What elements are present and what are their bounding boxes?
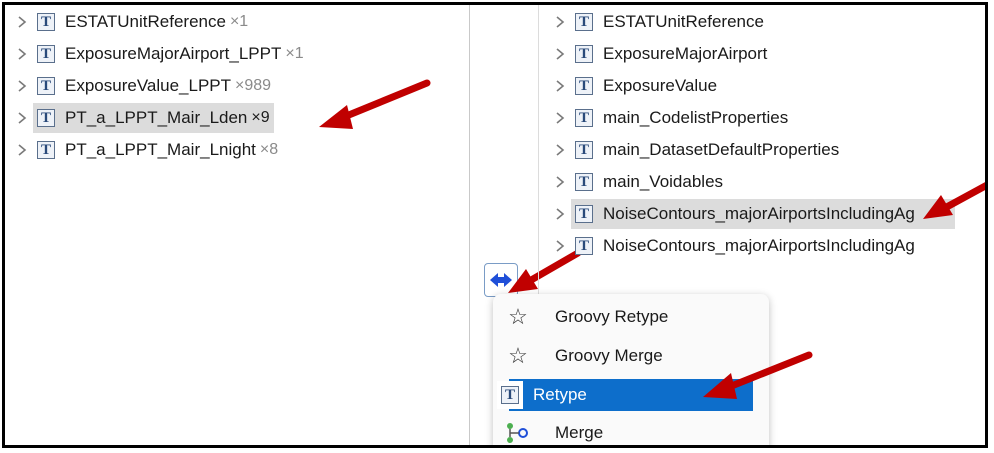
chevron-right-icon[interactable] [553, 47, 567, 61]
chevron-right-icon[interactable] [15, 47, 29, 61]
star-outline-icon: ☆ [508, 304, 528, 329]
menu-item-groovy-retype[interactable]: ☆ Groovy Retype [499, 301, 753, 333]
annotation-arrow [319, 79, 431, 129]
type-t-icon: T [575, 13, 593, 31]
tree-item-label: main_CodelistProperties [603, 108, 789, 127]
tree-item[interactable]: T main_DatasetDefaultProperties [553, 135, 839, 165]
tree-item-selected[interactable]: T NoiseContours_majorAirportsIncludingAg [571, 199, 955, 229]
tree-item-row[interactable]: T PT_a_LPPT_Mair_Lden ×9 [15, 103, 274, 133]
chevron-right-icon[interactable] [553, 111, 567, 125]
tree-item-row[interactable]: T NoiseContours_majorAirportsIncludingAg [553, 199, 955, 229]
type-t-icon: T [37, 45, 55, 63]
chevron-right-icon[interactable] [15, 143, 29, 157]
type-t-icon: T [575, 141, 593, 159]
instance-count: ×1 [229, 13, 249, 30]
tree-item-label: ExposureMajorAirport_LPPT [65, 44, 282, 63]
type-t-icon: T [497, 381, 523, 409]
tree-item-selected[interactable]: T PT_a_LPPT_Mair_Lden ×9 [33, 103, 274, 133]
tree-item-label: NoiseContours_majorAirportsIncludingAg [603, 204, 915, 223]
tree-item[interactable]: T ESTATUnitReference [553, 7, 764, 37]
type-t-icon: T [575, 77, 593, 95]
tree-item-label: PT_a_LPPT_Mair_Lnight [65, 140, 256, 159]
instance-count: ×1 [285, 45, 304, 62]
tree-item-label: ExposureMajorAirport [603, 44, 768, 63]
chevron-right-icon[interactable] [553, 207, 567, 221]
type-t-icon: T [575, 45, 593, 63]
star-outline-icon: ☆ [508, 343, 528, 368]
type-t-icon: T [37, 141, 55, 159]
tree-item[interactable]: T PT_a_LPPT_Mair_Lnight ×8 [15, 135, 284, 165]
chevron-right-icon[interactable] [15, 111, 29, 125]
tree-item-label: ESTATUnitReference [65, 12, 226, 31]
tree-item[interactable]: T ExposureValue [553, 71, 717, 101]
chevron-right-icon[interactable] [15, 79, 29, 93]
tree-item-label: ExposureValue [603, 76, 718, 95]
source-type-tree: T ESTATUnitReference ×1 T ExposureMajorA… [5, 5, 469, 445]
tree-item-label: main_DatasetDefaultProperties [603, 140, 840, 159]
tree-item[interactable]: T ExposureMajorAirport [553, 39, 767, 69]
chevron-right-icon[interactable] [553, 79, 567, 93]
tree-item[interactable]: T ExposureMajorAirport_LPPT ×1 [15, 39, 310, 69]
chevron-right-icon[interactable] [553, 15, 567, 29]
menu-item-label: Merge [555, 423, 604, 442]
type-t-icon: T [575, 173, 593, 191]
chevron-right-icon[interactable] [15, 15, 29, 29]
menu-item-label: Groovy Retype [555, 307, 669, 326]
type-t-icon: T [575, 109, 593, 127]
tree-item-label: main_Voidables [603, 172, 724, 191]
chevron-right-icon[interactable] [553, 143, 567, 157]
menu-item-merge[interactable]: Merge [499, 417, 753, 445]
merge-icon [505, 422, 531, 444]
tree-item-label: ExposureValue_LPPT [65, 76, 232, 95]
tree-item-label: ESTATUnitReference [603, 12, 764, 31]
chevron-right-icon[interactable] [553, 239, 567, 253]
tree-item[interactable]: T ESTATUnitReference ×1 [15, 7, 254, 37]
annotation-arrow [703, 351, 813, 399]
screenshot-frame: T ESTATUnitReference ×1 T ExposureMajorA… [2, 2, 988, 448]
menu-item-label: Retype [533, 385, 587, 404]
tree-item-label: NoiseContours_majorAirportsIncludingAg [603, 236, 915, 255]
menu-item-label: Groovy Merge [555, 346, 663, 365]
type-t-icon: T [37, 13, 55, 31]
type-t-icon: T [37, 109, 55, 127]
annotation-arrow [923, 182, 985, 219]
instance-count: ×8 [259, 141, 279, 158]
tree-item-label: PT_a_LPPT_Mair_Lden [65, 108, 248, 127]
type-t-icon: T [37, 77, 55, 95]
instance-count: ×989 [235, 77, 272, 94]
tree-item[interactable]: T main_CodelistProperties [553, 103, 788, 133]
tree-item[interactable]: T NoiseContours_majorAirportsIncludingAg [553, 231, 915, 261]
type-t-icon: T [575, 237, 593, 255]
type-t-icon: T [575, 205, 593, 223]
chevron-right-icon[interactable] [553, 175, 567, 189]
instance-count: ×9 [251, 109, 270, 126]
tree-item[interactable]: T ExposureValue_LPPT ×989 [15, 71, 277, 101]
tree-item[interactable]: T main_Voidables [553, 167, 723, 197]
